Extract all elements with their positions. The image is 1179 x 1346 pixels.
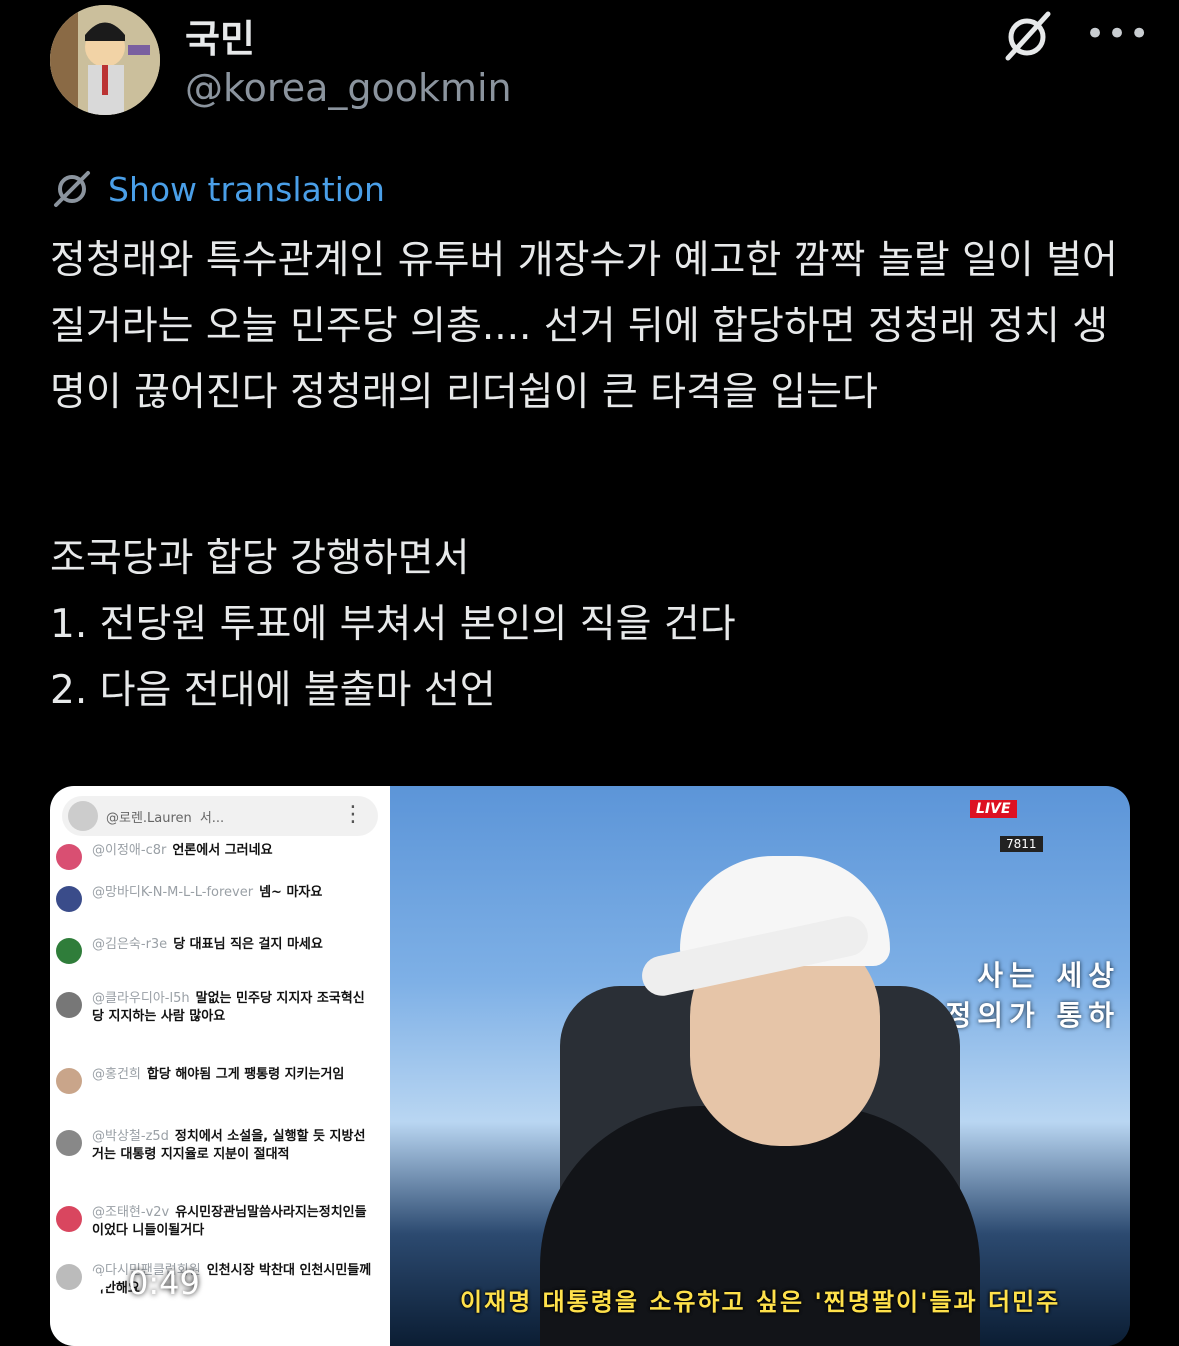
- avatar-illustration: [50, 5, 160, 115]
- chat-username: @홍건희: [92, 1067, 141, 1082]
- show-translation-label: Show translation: [108, 169, 385, 209]
- video-duration: 0:49: [128, 1264, 200, 1302]
- chat-message: @홍건희 합당 해야됨 그게 팽통령 지키는거임: [56, 1066, 376, 1094]
- grok-icon[interactable]: [1000, 10, 1054, 64]
- avatar: [56, 1068, 82, 1094]
- chat-message: @클라우디아-l5h 말없는 민주당 지지자 조국혁신당 지지하는 사람 많아요: [56, 990, 376, 1026]
- tweet-line: 1. 전당원 투표에 부쳐서 본인의 직을 건다: [50, 602, 736, 647]
- translate-icon: [54, 171, 90, 207]
- more-dots-icon[interactable]: •••: [1085, 14, 1151, 54]
- chat-username: @박상철-z5d: [92, 1129, 169, 1144]
- chat-message-text: @박상철-z5d 정치에서 소설을, 실행할 듯 지방선거는 대통령 지지율로 지…: [92, 1128, 376, 1164]
- avatar: [56, 1130, 82, 1156]
- stream-video-frame: LIVE 7811 사는 세상 정의가 통하 이재명 대통령을 소유하고 싶은 …: [390, 786, 1130, 1346]
- chat-message-text: @이정애-c8r 언론에서 그러네요: [92, 842, 273, 870]
- play-icon[interactable]: [90, 1269, 112, 1297]
- live-badge-group: LIVE 7811: [970, 800, 1080, 852]
- chat-message-text: @홍건희 합당 해야됨 그게 팽통령 지키는거임: [92, 1066, 344, 1094]
- avatar: [56, 844, 82, 870]
- kebab-menu-icon: ⋮: [342, 802, 364, 827]
- chat-header-user: @로렌.Lauren: [106, 810, 192, 826]
- background-banner-text: 사는 세상 정의가 통하: [945, 956, 1120, 1036]
- tweet-text: 정청래와 특수관계인 유투버 개장수가 예고한 깜짝 놀랄 일이 벌어질거라는 …: [50, 228, 1140, 724]
- live-badge: LIVE: [970, 800, 1017, 818]
- chat-message: @박상철-z5d 정치에서 소설을, 실행할 듯 지방선거는 대통령 지지율로 지…: [56, 1128, 376, 1164]
- chat-header: @로렌.Lauren 서... ⋮: [62, 796, 378, 836]
- chat-username: @클라우디아-l5h: [92, 991, 190, 1006]
- chat-message-text: @망바디K-N-M-L-L-forever 넴~ 마자요: [92, 884, 322, 912]
- avatar: [56, 992, 82, 1018]
- avatar: [56, 886, 82, 912]
- chat-message-body: 합당 해야됨 그게 팽통령 지키는거임: [146, 1067, 345, 1082]
- chat-message-text: @조태현-v2v 유시민장관님말씀사라지는정치인들이었다 니들이될거다: [92, 1204, 376, 1240]
- play-control[interactable]: 0:49: [90, 1264, 200, 1302]
- banner-line: 사는 세상: [977, 959, 1120, 992]
- chat-message: @조태현-v2v 유시민장관님말씀사라지는정치인들이었다 니들이될거다: [56, 1204, 376, 1240]
- chat-message-body: 당 대표님 직은 걸지 마세요: [173, 937, 323, 952]
- chat-message-body: 넴~ 마자요: [259, 885, 323, 900]
- tweet-paragraph-1: 정청래와 특수관계인 유투버 개장수가 예고한 깜짝 놀랄 일이 벌어질거라는 …: [50, 238, 1118, 415]
- chat-username: @조태현-v2v: [92, 1205, 170, 1220]
- chat-message-text: @클라우디아-l5h 말없는 민주당 지지자 조국혁신당 지지하는 사람 많아요: [92, 990, 376, 1026]
- profile-avatar[interactable]: [50, 5, 160, 115]
- avatar: [56, 1206, 82, 1232]
- live-chat-panel: @로렌.Lauren 서... ⋮ @이정애-c8r 언론에서 그러네요 @망바디K…: [50, 786, 390, 1346]
- show-translation-link[interactable]: Show translation: [52, 166, 385, 212]
- chat-message-text: @김은숙-r3e 당 대표님 직은 걸지 마세요: [92, 936, 323, 964]
- chat-username: @망바디K-N-M-L-L-forever: [92, 885, 254, 900]
- chat-username: @김은숙-r3e: [92, 937, 168, 952]
- avatar: [56, 938, 82, 964]
- video-player[interactable]: @로렌.Lauren 서... ⋮ @이정애-c8r 언론에서 그러네요 @망바디K…: [50, 786, 1130, 1346]
- chat-username: @이정애-c8r: [92, 843, 167, 858]
- banner-line: 정의가 통하: [945, 999, 1120, 1032]
- video-subtitle: 이재명 대통령을 소유하고 싶은 '찐명팔이'들과 더민주: [460, 1288, 1061, 1316]
- tweet-line: 조국당과 합당 강행하면서: [50, 536, 470, 581]
- chat-message: @망바디K-N-M-L-L-forever 넴~ 마자요: [56, 884, 376, 912]
- tweet-line: 2. 다음 전대에 불출마 선언: [50, 668, 496, 713]
- chat-message: @김은숙-r3e 당 대표님 직은 걸지 마세요: [56, 936, 376, 964]
- avatar: [56, 1264, 82, 1290]
- chat-message: @이정애-c8r 언론에서 그러네요: [56, 842, 376, 870]
- avatar: [68, 801, 98, 831]
- chat-message-body: 언론에서 그러네요: [172, 843, 273, 858]
- display-name[interactable]: 국민: [185, 8, 255, 63]
- viewer-count: 7811: [1000, 836, 1043, 852]
- chat-header-suffix: 서...: [199, 810, 225, 826]
- user-handle[interactable]: @korea_gookmin: [185, 66, 512, 110]
